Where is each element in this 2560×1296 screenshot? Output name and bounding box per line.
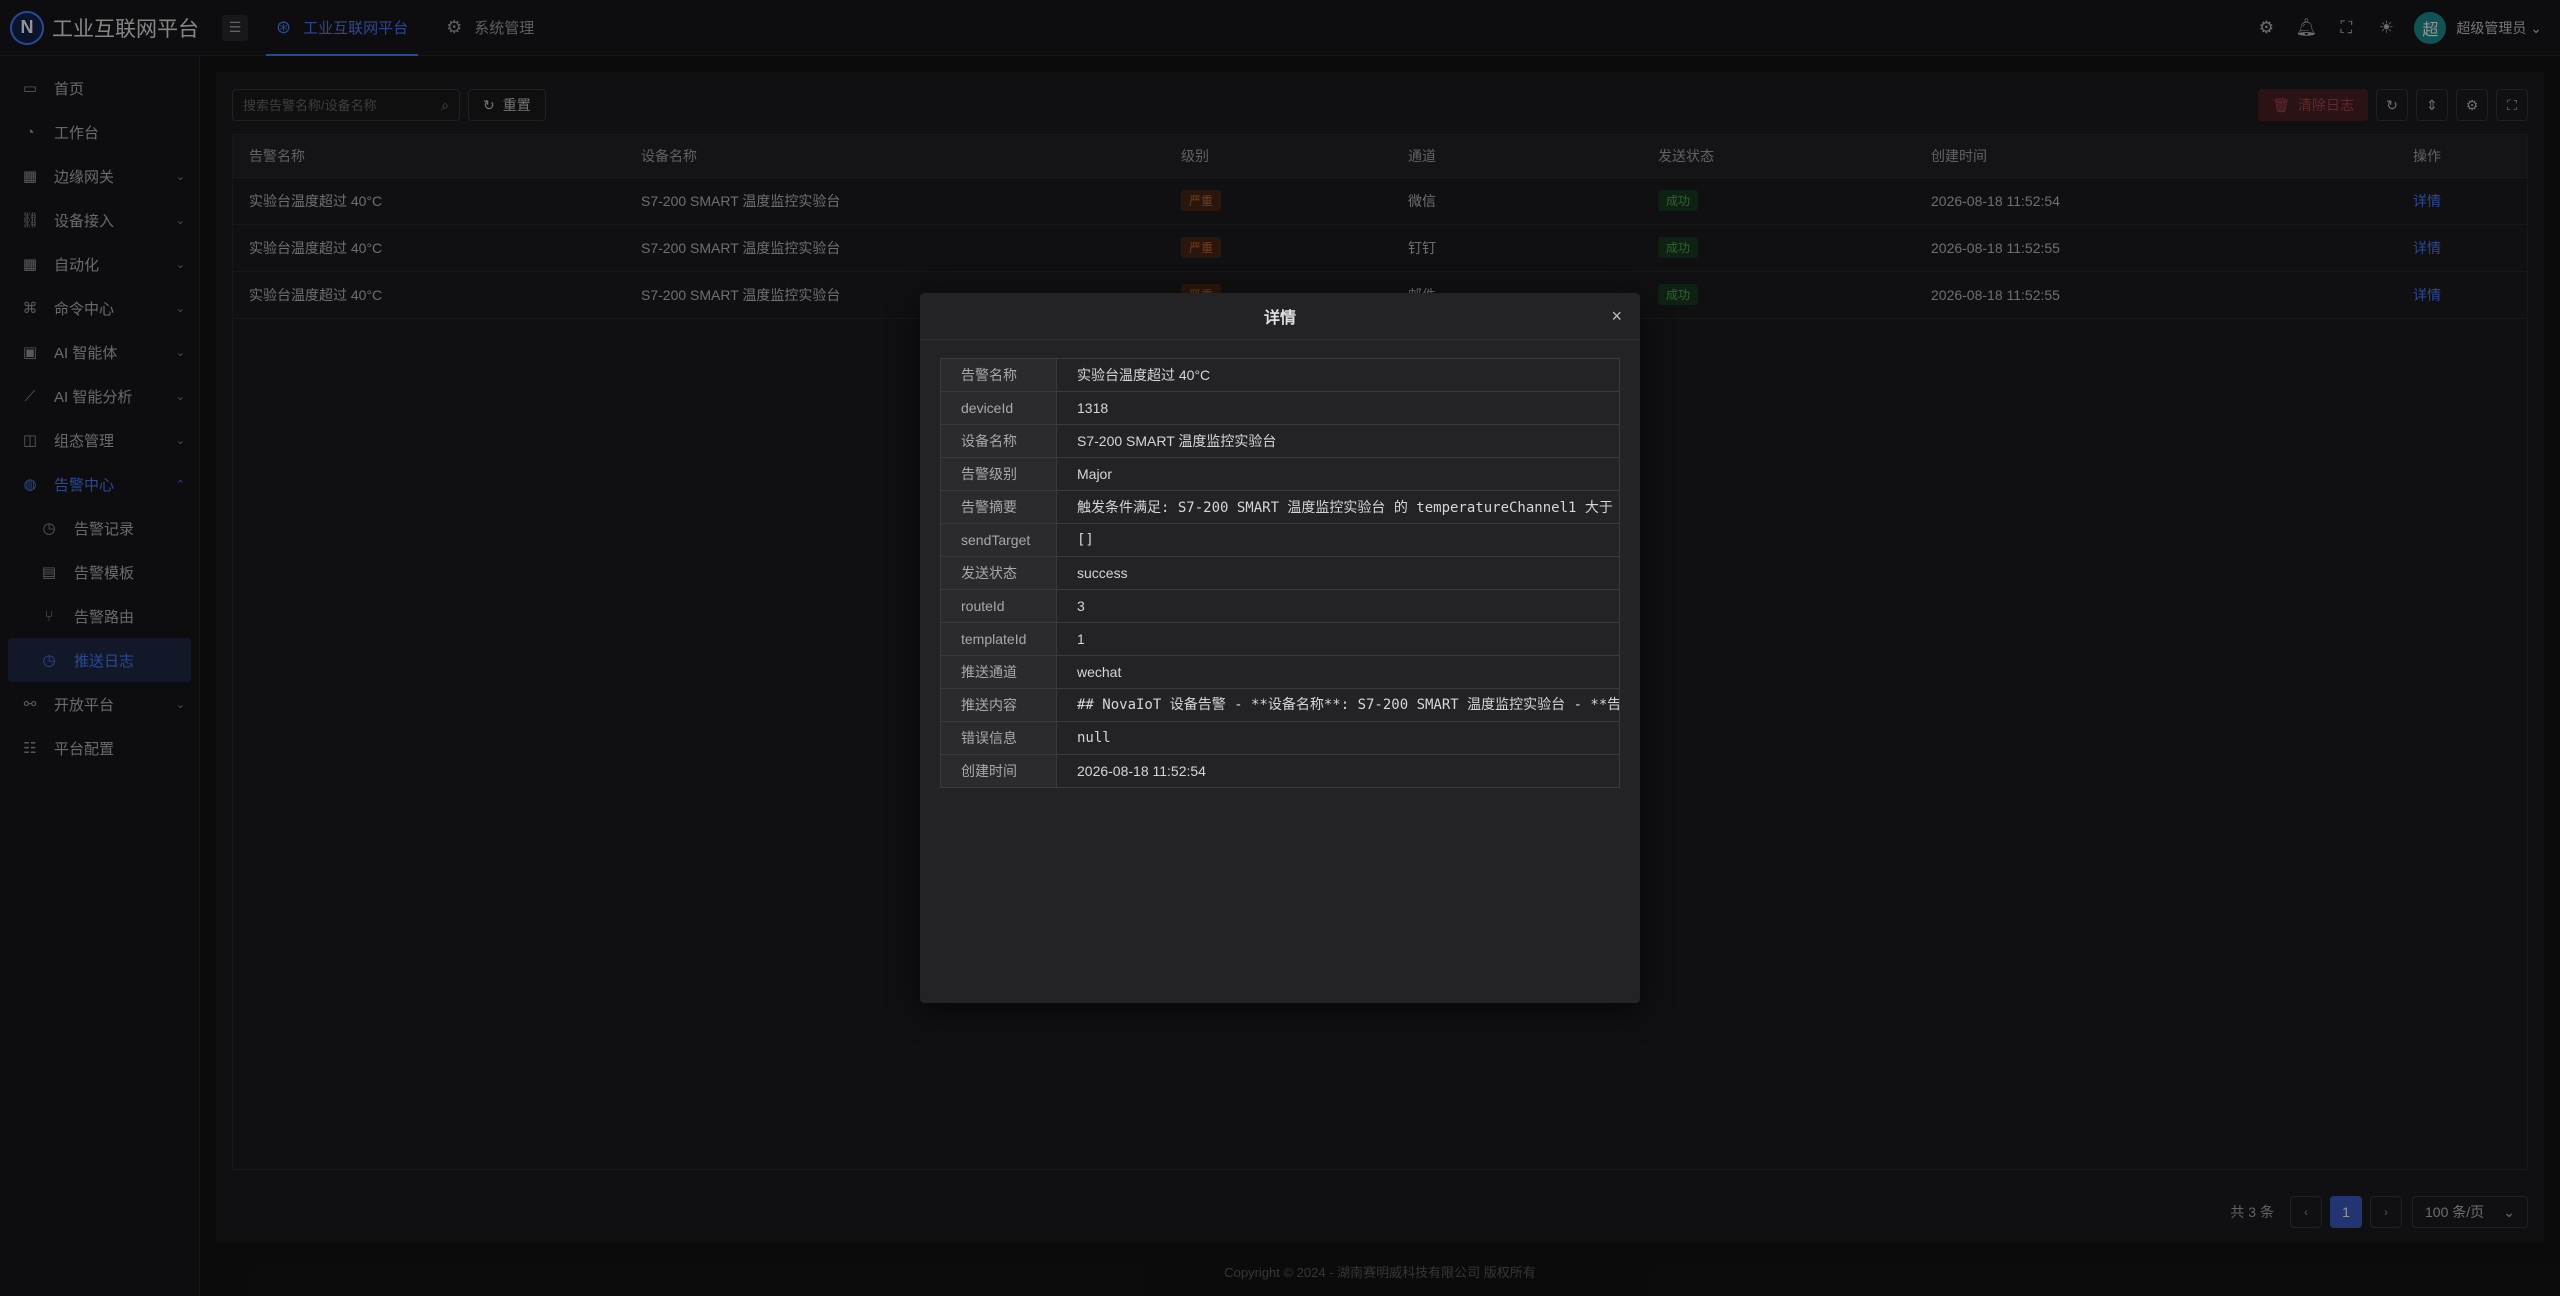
detail-value: 1 xyxy=(1056,622,1620,656)
modal-header: 详情 × xyxy=(920,293,1640,340)
detail-row: 发送状态 success xyxy=(940,556,1620,590)
modal-title: 详情 xyxy=(1263,310,1296,327)
detail-label: 告警摘要 xyxy=(940,490,1057,524)
detail-value: null xyxy=(1056,721,1620,755)
detail-value: S7-200 SMART 温度监控实验台 xyxy=(1056,424,1620,458)
detail-label: 创建时间 xyxy=(940,754,1057,788)
detail-row: sendTarget[] xyxy=(940,523,1620,557)
detail-value: 3 xyxy=(1056,589,1620,623)
detail-row: 错误信息 null xyxy=(940,721,1620,755)
detail-label: templateId xyxy=(940,622,1057,656)
detail-label: 发送状态 xyxy=(940,556,1057,590)
detail-row: 推送通道 wechat xyxy=(940,655,1620,689)
detail-label: 推送通道 xyxy=(940,655,1057,689)
detail-row: 告警名称 实验台温度超过 40°C xyxy=(940,358,1620,392)
detail-label: 推送内容 xyxy=(940,688,1057,722)
detail-label: sendTarget xyxy=(940,523,1057,557)
detail-label: routeId xyxy=(940,589,1057,623)
detail-value: success xyxy=(1056,556,1620,590)
detail-value: 2026-08-18 11:52:54 xyxy=(1056,754,1620,788)
detail-value: Major xyxy=(1056,457,1620,491)
detail-value: [] xyxy=(1056,523,1620,557)
detail-row: 告警摘要 触发条件满足: S7-200 SMART 温度监控实验台 的 tempe… xyxy=(940,490,1620,524)
detail-row: 设备名称 S7-200 SMART 温度监控实验台 xyxy=(940,424,1620,458)
detail-row: 告警级别 Major xyxy=(940,457,1620,491)
detail-value: 实验台温度超过 40°C xyxy=(1056,358,1620,392)
detail-label: 告警名称 xyxy=(940,358,1057,392)
detail-value: wechat xyxy=(1056,655,1620,689)
detail-modal: 详情 × 告警名称 实验台温度超过 40°C deviceId 1318 设备名称 S… xyxy=(920,293,1640,1003)
detail-description-table: 告警名称 实验台温度超过 40°C deviceId 1318 设备名称 S7-200… xyxy=(940,358,1620,788)
detail-label: 设备名称 xyxy=(940,424,1057,458)
detail-value: 触发条件满足: S7-200 SMART 温度监控实验台 的 temperatu… xyxy=(1056,490,1620,524)
close-icon[interactable]: × xyxy=(1611,306,1622,327)
detail-row: 创建时间 2026-08-18 11:52:54 xyxy=(940,754,1620,788)
detail-value: ## NovaIoT 设备告警 - **设备名称**: S7-200 SMART… xyxy=(1056,688,1620,722)
detail-row: routeId 3 xyxy=(940,589,1620,623)
detail-label: 错误信息 xyxy=(940,721,1057,755)
detail-value: 1318 xyxy=(1056,391,1620,425)
detail-row: templateId 1 xyxy=(940,622,1620,656)
detail-row: deviceId 1318 xyxy=(940,391,1620,425)
detail-row: 推送内容 ## NovaIoT 设备告警 - **设备名称**: S7-200 S… xyxy=(940,688,1620,722)
detail-label: 告警级别 xyxy=(940,457,1057,491)
detail-label: deviceId xyxy=(940,391,1057,425)
